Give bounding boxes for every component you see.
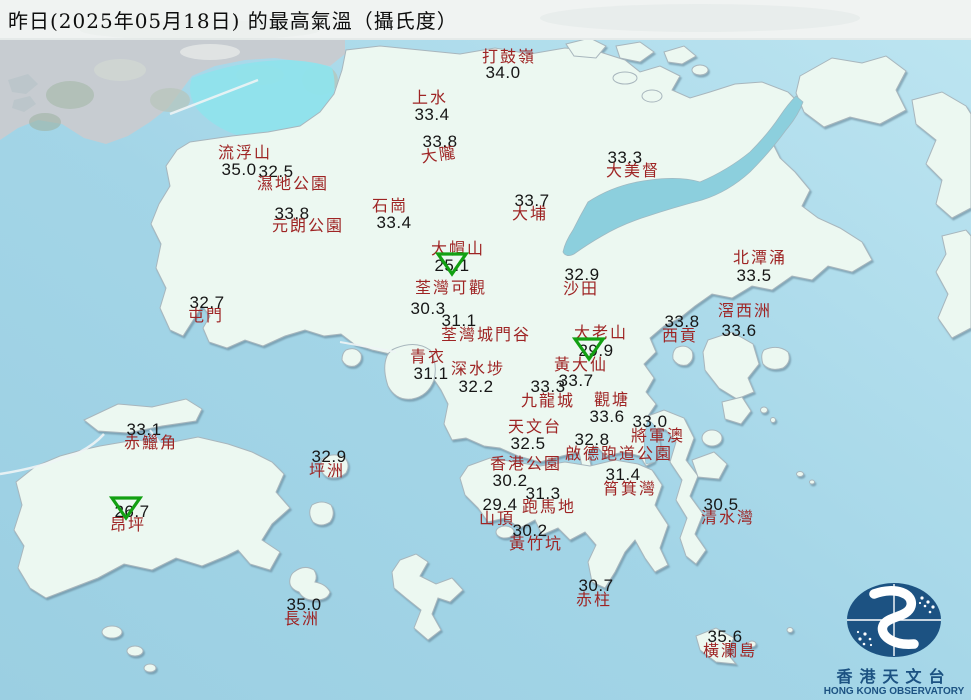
hko-logo: 香港天文台 HONG KONG OBSERVATORY — [819, 582, 969, 698]
station-name: 赤柱 — [575, 590, 613, 609]
station-name: 筲箕灣 — [602, 479, 658, 498]
station-value: 33.4 — [414, 105, 450, 124]
station-name: 赤鱲角 — [123, 433, 179, 452]
station-value: 33.5 — [736, 266, 772, 285]
station-name: 橫瀾島 — [702, 641, 758, 660]
station-name: 山頂 — [478, 509, 516, 528]
hko-logo-english-name: HONG KONG OBSERVATORY — [823, 686, 965, 697]
hko-logo-icon — [847, 582, 941, 657]
station-name: 大隴 — [419, 142, 459, 167]
station-name: 長洲 — [283, 609, 321, 628]
station-name: 荃灣城門谷 — [440, 325, 532, 344]
hko-max-temp-map: 昨日(2025年05月18日) 的最高氣溫（攝氏度） 34.0 打鼓嶺 33.4 上水… — [0, 0, 971, 700]
station-name: 黃竹坑 — [508, 534, 564, 553]
station-name: 大埔 — [511, 204, 549, 223]
station-name: 九龍城 — [520, 391, 576, 410]
station-name: 大美督 — [605, 161, 661, 180]
station-name: 跑馬地 — [521, 497, 577, 516]
station-name: 清水灣 — [700, 508, 756, 527]
min-temp-triangle-marker — [434, 250, 470, 282]
station-name: 西貢 — [661, 326, 699, 345]
station-value: 31.1 — [413, 364, 449, 383]
hko-logo-chinese-name: 香港天文台 — [836, 666, 952, 686]
station-value: 32.2 — [458, 377, 494, 396]
station-value: 35.0 — [221, 160, 257, 179]
station-name: 啟德跑道公園 — [564, 444, 674, 463]
station-name: 滘西洲 — [717, 301, 773, 320]
station-name: 流浮山 — [217, 143, 273, 162]
station-name: 北潭涌 — [732, 248, 788, 267]
min-temp-triangle-marker — [571, 335, 607, 367]
station-name: 荃灣可觀 — [414, 278, 488, 297]
station-name: 將軍澳 — [630, 426, 686, 445]
station-name: 觀塘 — [593, 390, 631, 409]
station-name: 沙田 — [562, 279, 600, 298]
station-value: 33.4 — [376, 213, 412, 232]
station-value: 34.0 — [485, 63, 521, 82]
min-temp-triangle-marker — [108, 494, 144, 526]
station-name: 屯門 — [187, 306, 225, 325]
station-name: 打鼓嶺 — [481, 47, 537, 66]
station-name: 石崗 — [371, 196, 409, 215]
station-name: 香港公園 — [489, 454, 563, 473]
station-name: 深水埗 — [450, 359, 506, 378]
station-name: 元朗公園 — [271, 216, 345, 235]
station-value: 30.2 — [492, 471, 528, 490]
station-value: 33.6 — [721, 321, 757, 340]
station-name: 青衣 — [409, 347, 447, 366]
station-value: 32.5 — [510, 434, 546, 453]
station-name: 天文台 — [507, 417, 563, 436]
station-value: 33.6 — [589, 407, 625, 426]
station-name: 上水 — [411, 88, 449, 107]
station-name: 坪洲 — [308, 461, 346, 480]
station-name: 濕地公園 — [256, 174, 330, 193]
station-value: 30.3 — [410, 299, 446, 318]
